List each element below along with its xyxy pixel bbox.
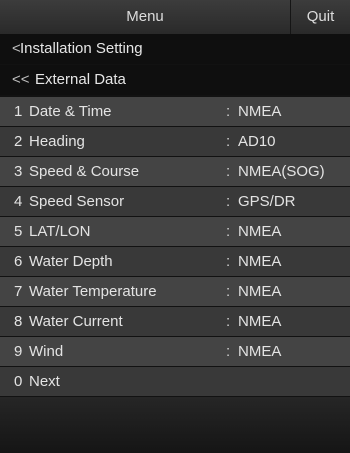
bottom-panel [0,397,350,453]
item-separator: : [226,133,231,150]
item-value: GPS/DR [238,193,296,210]
item-number: 4 [14,193,23,210]
item-label: Speed Sensor [29,193,125,210]
menu-item-water-temperature[interactable]: 7 Water Temperature : NMEA [0,277,350,306]
item-separator: : [226,223,231,240]
item-label: Speed & Course [29,163,140,180]
menu-item-water-depth[interactable]: 6 Water Depth : NMEA [0,247,350,276]
item-separator: : [226,343,231,360]
menu-item-wind[interactable]: 9 Wind : NMEA [0,337,350,366]
item-number: 3 [14,163,23,180]
breadcrumb-label: External Data [35,71,126,88]
menu-item-heading[interactable]: 2 Heading : AD10 [0,127,350,156]
item-number: 2 [14,133,23,150]
item-separator: : [226,103,231,120]
item-value: AD10 [238,133,276,150]
item-label: Water Current [29,313,123,330]
item-label: LAT/LON [29,223,91,240]
item-number: 1 [14,103,23,120]
item-label: Water Temperature [29,283,157,300]
item-value: NMEA [238,313,282,330]
item-separator: : [226,253,231,270]
item-separator: : [226,313,231,330]
item-value: NMEA [238,283,282,300]
menu-item-water-current[interactable]: 8 Water Current : NMEA [0,307,350,336]
item-number: 8 [14,313,23,330]
item-label: Heading [29,133,85,150]
menu-screen: Menu Quit < Installation Setting << Exte… [0,0,350,453]
item-label: Water Depth [29,253,113,270]
item-number: 5 [14,223,23,240]
item-value: NMEA(SOG) [238,163,325,180]
item-separator: : [226,163,231,180]
item-separator: : [226,283,231,300]
quit-button[interactable]: Quit [290,0,350,34]
item-label: Wind [29,343,64,360]
item-value: NMEA [238,253,282,270]
title-bar: Menu Quit [0,0,350,34]
item-number: 0 [14,373,23,390]
menu-title: Menu [126,8,164,25]
item-value: NMEA [238,223,282,240]
menu-item-lat-lon[interactable]: 5 LAT/LON : NMEA [0,217,350,246]
item-number: 6 [14,253,23,270]
item-value: NMEA [238,343,282,360]
item-separator: : [226,193,231,210]
item-label: Next [29,373,60,390]
double-chevron-left-icon: << [12,71,30,88]
item-label: Date & Time [29,103,112,120]
breadcrumb-external-data[interactable]: << External Data [0,65,350,95]
item-number: 7 [14,283,23,300]
menu-item-speed-sensor[interactable]: 4 Speed Sensor : GPS/DR [0,187,350,216]
breadcrumb-label: Installation Setting [20,40,143,57]
menu-item-next[interactable]: 0 Next [0,367,350,396]
menu-item-date-time[interactable]: 1 Date & Time : NMEA [0,97,350,126]
menu-item-speed-course[interactable]: 3 Speed & Course : NMEA(SOG) [0,157,350,186]
item-value: NMEA [238,103,282,120]
breadcrumb-installation-setting[interactable]: < Installation Setting [0,34,350,64]
item-number: 9 [14,343,23,360]
